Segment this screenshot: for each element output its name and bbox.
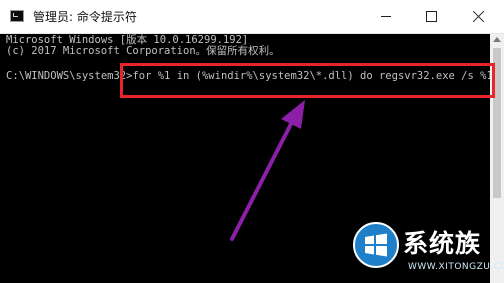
console-copyright-line: (c) 2017 Microsoft Corporation。保留所有权利。 xyxy=(6,45,280,57)
windows-logo-icon xyxy=(353,222,399,268)
watermark-brand: 系统族 xyxy=(403,229,482,258)
command-highlight-box xyxy=(120,63,495,98)
close-icon[interactable] xyxy=(454,0,504,33)
scroll-up-icon[interactable] xyxy=(493,37,501,42)
minimize-icon[interactable] xyxy=(364,0,409,33)
maximize-icon[interactable] xyxy=(409,0,454,33)
window-title: 管理员: 命令提示符 xyxy=(33,10,137,24)
watermark-url: WWW.XITONGZU.COM xyxy=(408,262,504,272)
title-bar[interactable]: 管理员: 命令提示符 xyxy=(0,0,504,34)
cmd-app-icon[interactable] xyxy=(10,10,24,22)
watermark: 系统族 WWW.XITONGZU.COM xyxy=(353,222,504,282)
cmd-window: 管理员: 命令提示符 Microsoft Windows [版本 10.0.16… xyxy=(0,0,504,283)
console-prompt: C:\WINDOWS\system32> xyxy=(6,70,133,82)
